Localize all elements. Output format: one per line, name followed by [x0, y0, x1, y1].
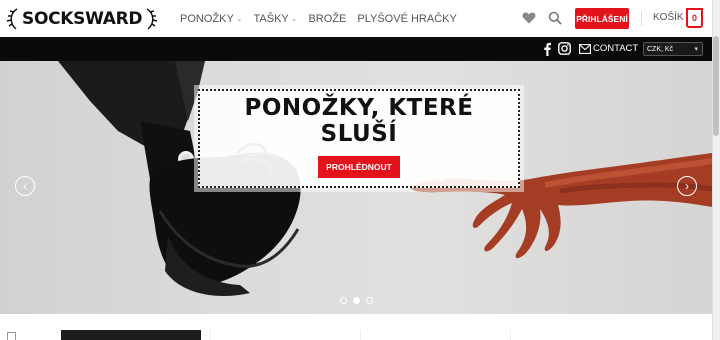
product-thumbnail[interactable]: [61, 330, 201, 340]
dropdown-arrow-icon: ▾: [694, 46, 698, 53]
chevron-down-icon: ⌄: [290, 14, 298, 23]
heart-icon[interactable]: [522, 11, 536, 25]
promo-box: PONOŽKY, KTERÉ SLUŠÍ PROHLÉDNOUT: [194, 85, 524, 192]
logo[interactable]: SOCKSWARD: [6, 5, 158, 32]
laurel-left-icon: [6, 7, 18, 30]
nav-item-tasky[interactable]: TAŠKY ⌄: [254, 13, 298, 25]
card-divider: [210, 330, 211, 340]
scrollbar-thumb[interactable]: [713, 36, 719, 136]
slider-dot-active[interactable]: [353, 297, 360, 304]
hero-title: PONOŽKY, KTERÉ SLUŠÍ: [244, 95, 474, 147]
top-bar: CONTACT CZK, Kč ▾: [0, 37, 712, 61]
cart-link[interactable]: KOŠÍK: [653, 12, 684, 23]
hero-slider: ‹ › PONOŽKY, KTERÉ SLUŠÍ PROHLÉDNOUT: [0, 61, 712, 314]
slider-dot[interactable]: [366, 297, 373, 304]
slider-prev-button[interactable]: ‹: [15, 176, 35, 196]
divider: [641, 11, 642, 26]
browse-button[interactable]: PROHLÉDNOUT: [318, 156, 400, 178]
nav-item-label: BROŽE: [308, 12, 347, 25]
logo-text: SOCKSWARD: [22, 8, 143, 29]
currency-value: CZK, Kč: [647, 45, 674, 53]
card-divider: [510, 330, 511, 340]
slider-dot[interactable]: [340, 297, 347, 304]
laurel-right-icon: [146, 7, 158, 30]
cart-count-badge[interactable]: 0: [686, 8, 703, 28]
nav-item-label: PONOŽKY: [180, 12, 234, 25]
currency-select[interactable]: CZK, Kč ▾: [643, 42, 703, 56]
nav-item-ponozky[interactable]: PONOŽKY ⌄: [180, 13, 243, 25]
nav-item-label: TAŠKY: [253, 12, 289, 25]
chevron-left-icon: ‹: [23, 179, 27, 193]
search-icon[interactable]: [548, 11, 562, 25]
contact-link[interactable]: CONTACT: [593, 43, 638, 54]
facebook-icon[interactable]: [542, 42, 552, 56]
slider-dots: [340, 297, 373, 304]
product-strip: [0, 314, 712, 340]
card-divider: [360, 330, 361, 340]
nav-item-plysove-hracky[interactable]: PLYŠOVÉ HRAČKY: [357, 13, 456, 25]
image-placeholder-icon: [7, 332, 16, 340]
login-button[interactable]: PŘIHLÁŠENÍ: [575, 8, 629, 29]
slider-next-button[interactable]: ›: [677, 176, 697, 196]
chevron-right-icon: ›: [685, 179, 689, 193]
nav-item-label: PLYŠOVÉ HRAČKY: [357, 12, 457, 25]
mail-icon[interactable]: [579, 44, 591, 54]
nav-item-broze[interactable]: BROŽE: [308, 13, 346, 25]
instagram-icon[interactable]: [558, 42, 571, 55]
main-nav: PONOŽKY ⌄ TAŠKY ⌄ BROŽE PLYŠOVÉ HRAČKY: [180, 0, 468, 37]
chevron-down-icon: ⌄: [235, 14, 243, 23]
site-header: SOCKSWARD PONOŽKY ⌄ TAŠKY ⌄ BROŽE PLYŠOV…: [0, 0, 720, 37]
